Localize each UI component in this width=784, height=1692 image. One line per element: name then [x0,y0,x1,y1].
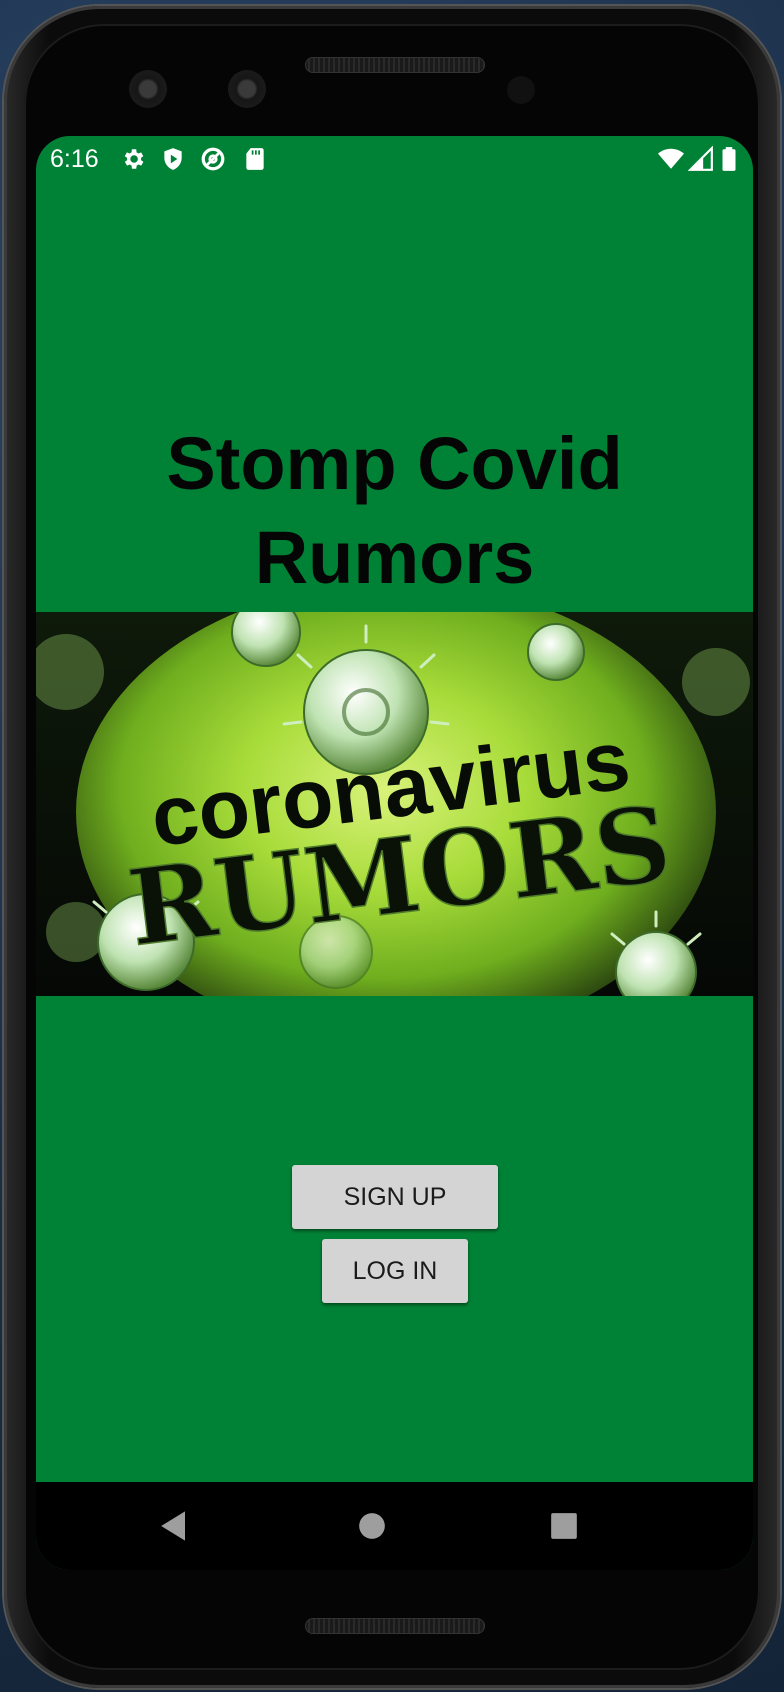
status-time: 6:16 [50,145,99,173]
sign-up-button[interactable]: SIGN UP [292,1165,498,1229]
front-camera-icon [129,70,167,108]
log-in-button[interactable]: LOG IN [322,1239,468,1303]
home-icon[interactable] [350,1504,394,1548]
at-sign-icon [201,147,225,171]
battery-icon [722,147,736,171]
earpiece-speaker [305,57,485,73]
sd-card-icon [246,148,264,170]
proximity-sensor [507,76,535,104]
status-bar: 6:16 [36,136,753,184]
settings-icon [124,149,144,169]
wifi-icon [658,148,684,169]
back-icon[interactable] [152,1504,196,1548]
front-camera-icon [228,70,266,108]
navigation-bar [36,1482,753,1570]
recents-icon[interactable] [542,1504,586,1548]
coronavirus-rumors-banner: coronavirus RUMORS [36,612,753,996]
signal-icon [688,146,713,171]
app-title: Stomp Covid Rumors [166,422,623,599]
bottom-speaker [305,1618,485,1634]
app-screen: 6:16 Stomp Covid Rumors coronavirus RUMO… [36,136,753,1570]
shield-play-icon [164,148,182,170]
